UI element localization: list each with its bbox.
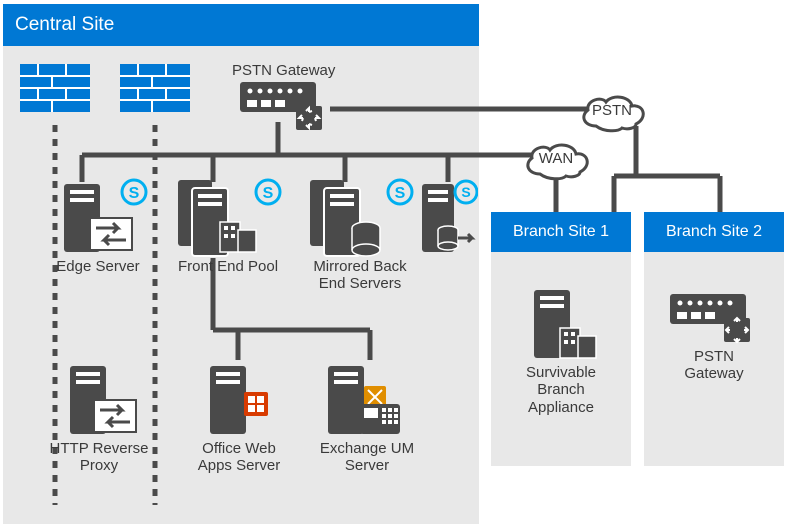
pstn-cloud-label: PSTN — [592, 102, 632, 119]
firewall2-icon — [120, 64, 190, 112]
central-site-header: Central Site — [3, 4, 479, 46]
extra-skype-node: S — [418, 178, 478, 258]
http-reverse-proxy-node: HTTP Reverse Proxy — [40, 360, 158, 475]
branch1-appliance-label: Survivable Branch Appliance — [506, 364, 616, 416]
svg-text:S: S — [395, 185, 406, 202]
office-web-apps-node: Office Web Apps Server — [184, 360, 294, 475]
svg-text:S: S — [461, 184, 470, 200]
http-reverse-proxy-label: HTTP Reverse Proxy — [40, 440, 158, 475]
svg-text:S: S — [263, 185, 274, 202]
pstn-gateway-icon — [240, 82, 324, 132]
front-end-pool-label: Front End Pool — [168, 258, 288, 275]
mirrored-backend-node: S Mirrored Back End Servers — [300, 178, 420, 293]
branch1-header: Branch Site 1 — [491, 212, 631, 252]
branch2-title: Branch Site 2 — [666, 223, 762, 241]
branch2-header: Branch Site 2 — [644, 212, 784, 252]
firewall1-icon — [20, 64, 90, 112]
branch2-gateway-node: PSTN Gateway — [664, 288, 764, 383]
edge-server-label: Edge Server — [44, 258, 152, 275]
pstn-gateway-label: PSTN Gateway — [232, 62, 342, 79]
branch2-gateway-label: PSTN Gateway — [664, 348, 764, 383]
wan-cloud-label: WAN — [536, 150, 576, 167]
exchange-um-node: Exchange UM Server — [308, 360, 426, 475]
mirrored-backend-label: Mirrored Back End Servers — [300, 258, 420, 293]
exchange-um-label: Exchange UM Server — [308, 440, 426, 475]
office-web-apps-label: Office Web Apps Server — [184, 440, 294, 475]
front-end-pool-node: S Front End Pool — [168, 178, 288, 275]
central-site-title: Central Site — [15, 14, 114, 36]
branch1-appliance-node: Survivable Branch Appliance — [506, 284, 616, 416]
branch1-title: Branch Site 1 — [513, 223, 609, 241]
edge-server-node: S Edge Server — [44, 178, 152, 275]
svg-text:S: S — [129, 185, 140, 202]
